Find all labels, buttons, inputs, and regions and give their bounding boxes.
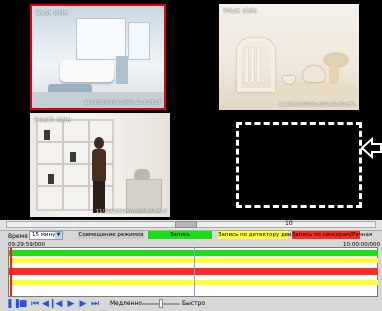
stop-icon[interactable]: ■ bbox=[18, 299, 28, 309]
legend-sensor: Запись по сенсорам/Ручная bbox=[292, 231, 373, 239]
legend-motion: Запись по детектору движ bbox=[218, 231, 297, 239]
teapot-shape bbox=[303, 66, 325, 82]
person-head bbox=[94, 137, 104, 149]
arrow-left-icon bbox=[361, 137, 382, 159]
time-range-label: Время bbox=[8, 233, 28, 240]
legend-overlap: Совмещение режимов bbox=[78, 231, 144, 239]
camera-tile-east[interactable]: East side 11/26/2009(Wed)09:29:59:827 bbox=[30, 4, 166, 110]
chair-shape bbox=[237, 38, 275, 92]
skip-end-icon[interactable]: ⏭ bbox=[90, 299, 100, 309]
step-back-icon[interactable]: ◀❙ bbox=[42, 299, 56, 309]
cabinet-shape bbox=[126, 179, 162, 213]
pause-icon[interactable]: ❚❚ bbox=[6, 299, 21, 309]
chair-slat bbox=[257, 48, 260, 82]
speed-fast-label: Быстро bbox=[182, 300, 206, 307]
vase-shape bbox=[329, 64, 339, 84]
camera-timestamp: 11/26/2009(Wed)09:29:59:827 bbox=[83, 100, 161, 106]
ruler-label: 10 bbox=[285, 220, 293, 227]
step-forward-icon[interactable]: ▶ bbox=[78, 299, 88, 309]
empty-camera-slot[interactable] bbox=[236, 122, 362, 208]
speed-slow-label: Медленно bbox=[110, 300, 143, 307]
chevron-down-icon[interactable]: ▼ bbox=[55, 232, 62, 239]
legend-record: Запись bbox=[148, 231, 212, 239]
book-shape bbox=[44, 130, 50, 140]
rewind-icon[interactable]: ◀ bbox=[54, 299, 64, 309]
book-shape bbox=[70, 152, 76, 162]
person-body bbox=[92, 149, 106, 183]
camera-label: East side bbox=[36, 9, 68, 17]
person-shape bbox=[90, 137, 108, 213]
skip-start-icon[interactable]: ⏮ bbox=[30, 299, 40, 309]
camera-label: South side bbox=[34, 116, 71, 124]
camera-timestamp: 11/26/2009(Wed)09:29:59:671 bbox=[278, 102, 356, 108]
camera-label: West side bbox=[223, 7, 257, 15]
window-shape bbox=[128, 22, 150, 60]
chair-slat bbox=[245, 48, 248, 82]
window-shape bbox=[76, 18, 126, 60]
shelf-shape bbox=[116, 56, 128, 84]
book-shape bbox=[48, 174, 54, 184]
shelf-bar bbox=[62, 119, 64, 211]
timeline-playhead[interactable] bbox=[194, 247, 195, 297]
camera-tile-south[interactable]: South side 11/26/2009(Wed)09:29:59:0 bbox=[30, 113, 170, 217]
timeline-cursor[interactable] bbox=[10, 248, 12, 296]
camera-tile-west[interactable]: West side 11/26/2009(Wed)09:29:59:671 bbox=[219, 4, 359, 110]
chair-slat bbox=[251, 48, 254, 82]
sofa-shape bbox=[60, 60, 114, 82]
lamp-shape bbox=[134, 169, 150, 179]
speed-slider-thumb[interactable] bbox=[159, 299, 163, 308]
play-icon[interactable]: ▶ bbox=[66, 299, 76, 309]
timeline-scroll-thumb[interactable] bbox=[175, 221, 197, 228]
camera-timestamp: 11/26/2009(Wed)09:29:59:0 bbox=[96, 209, 167, 215]
